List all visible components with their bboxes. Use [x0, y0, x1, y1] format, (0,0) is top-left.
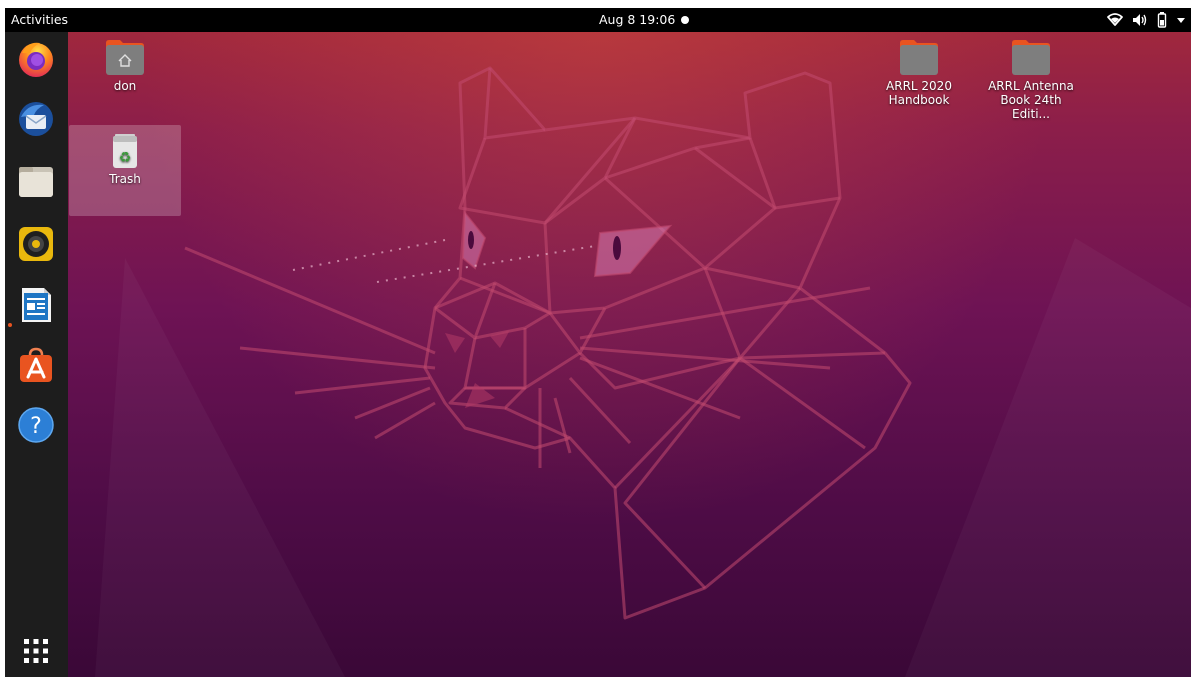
desktop-icon-arrl-handbook[interactable]: ARRL 2020 Handbook — [869, 39, 969, 107]
help-icon[interactable]: ? — [16, 405, 56, 445]
show-applications-grid-icon[interactable] — [21, 636, 51, 666]
folder-icon — [1012, 40, 1050, 75]
desktop-icon-label: ARRL 2020 Handbook — [886, 79, 952, 107]
trash-icon: ♻ — [113, 134, 137, 168]
desktop-icon-trash[interactable]: ♻ Trash — [75, 132, 175, 186]
files-icon[interactable] — [16, 162, 56, 202]
folder-icon — [900, 40, 938, 75]
svg-text:♻: ♻ — [119, 150, 132, 166]
desktop-screen: Activities Aug 8 19:06 ? don ♻ Trash ARR… — [5, 8, 1191, 677]
notification-dot — [681, 16, 689, 24]
desktop-icon-home[interactable]: don — [75, 39, 175, 93]
svg-text:?: ? — [30, 414, 42, 439]
activities-button[interactable]: Activities — [11, 12, 68, 27]
rhythmbox-icon[interactable] — [16, 224, 56, 264]
top-bar: Activities Aug 8 19:06 — [5, 8, 1191, 32]
ubuntu-software-icon[interactable] — [16, 345, 56, 385]
thunderbird-icon[interactable] — [16, 99, 56, 139]
system-menu-arrow-icon[interactable] — [1176, 11, 1186, 29]
firefox-icon[interactable] — [16, 39, 56, 79]
clock[interactable]: Aug 8 19:06 — [599, 12, 675, 27]
desktop-icon-label: ARRL Antenna Book 24th Editi... — [988, 79, 1074, 121]
running-indicator — [8, 323, 12, 327]
desktop-icon-arrl-antenna-book[interactable]: ARRL Antenna Book 24th Editi... — [981, 39, 1081, 121]
desktop-icon-label: don — [113, 79, 137, 93]
desktop-icon-label: Trash — [109, 172, 141, 186]
volume-icon[interactable] — [1132, 11, 1148, 29]
dock: ? — [5, 32, 68, 677]
wifi-icon[interactable] — [1107, 11, 1123, 29]
battery-icon[interactable] — [1157, 11, 1167, 29]
libreoffice-writer-icon[interactable] — [16, 285, 56, 325]
home-folder-icon — [106, 40, 144, 75]
